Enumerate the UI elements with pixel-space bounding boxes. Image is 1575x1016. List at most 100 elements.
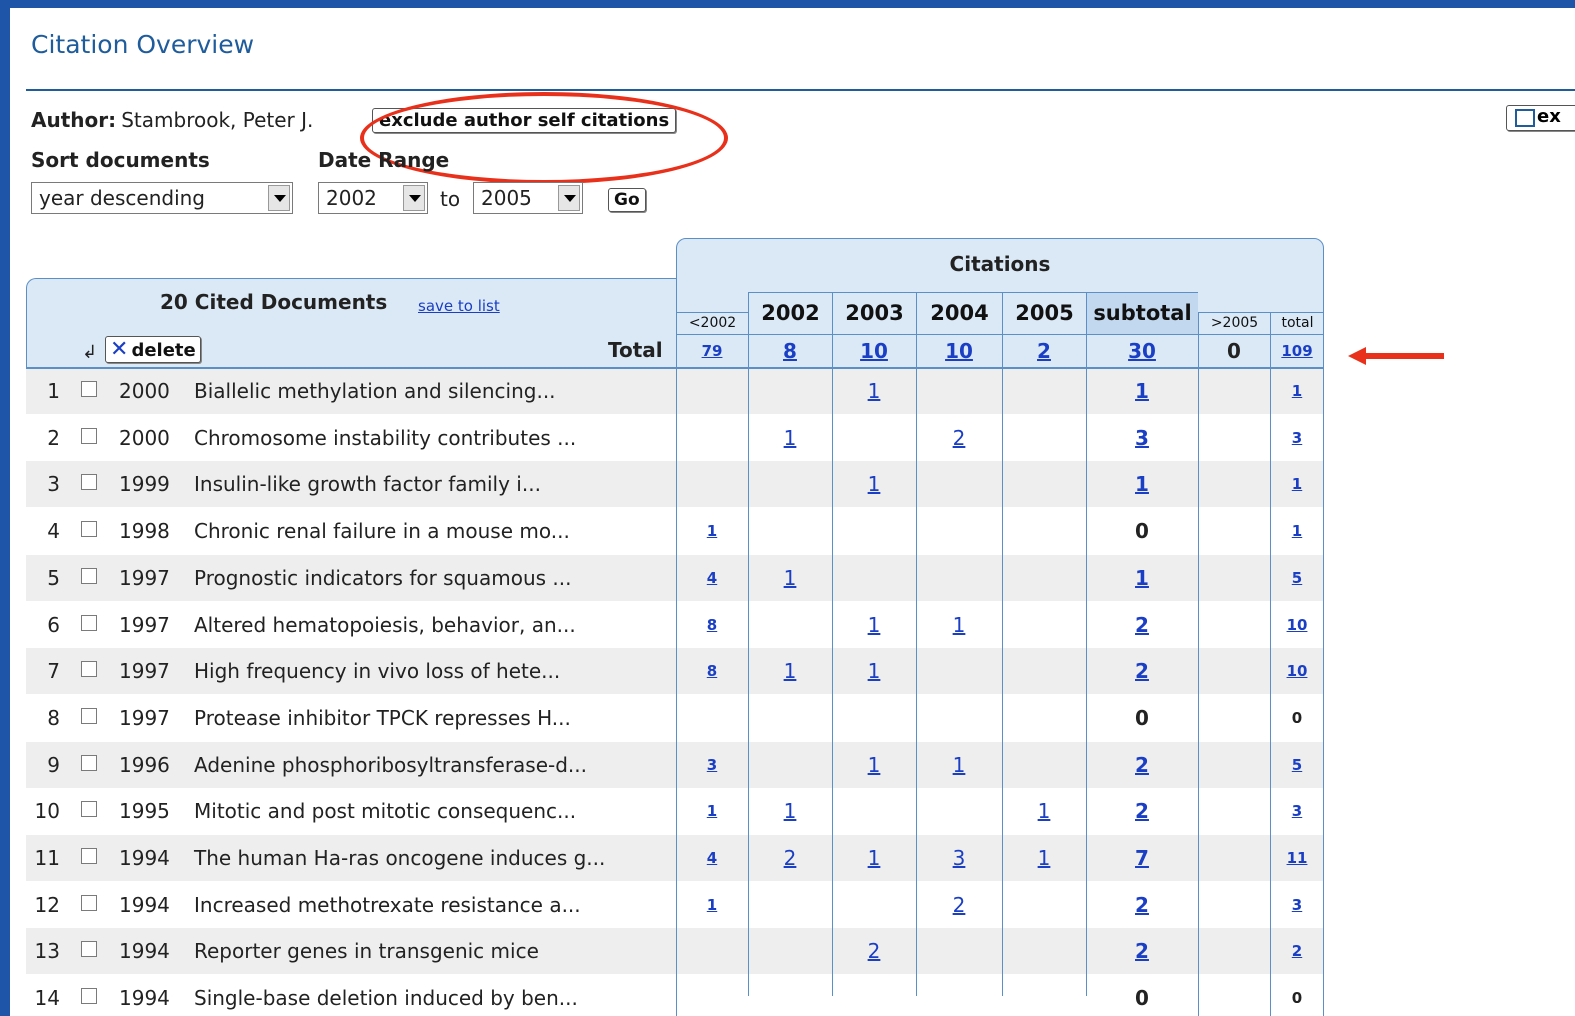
citation-count[interactable]: 5: [1270, 742, 1324, 788]
total-cell[interactable]: 79: [676, 334, 748, 368]
citation-count[interactable]: 11: [1270, 835, 1324, 881]
citation-count[interactable]: 1: [1270, 368, 1324, 414]
export-icon: [1515, 109, 1535, 127]
row-checkbox[interactable]: [81, 381, 97, 397]
column-header: 2003: [832, 292, 916, 334]
row-checkbox[interactable]: [81, 894, 97, 911]
citation-count[interactable]: 1: [1086, 461, 1198, 507]
total-cell[interactable]: 30: [1086, 334, 1198, 368]
chevron-down-icon[interactable]: [403, 185, 425, 211]
citation-count[interactable]: 3: [1270, 415, 1324, 461]
total-cell[interactable]: 2: [1002, 334, 1086, 368]
save-to-list-link[interactable]: save to list: [418, 297, 500, 315]
export-button[interactable]: ex: [1506, 105, 1575, 131]
citation-count[interactable]: 3: [916, 835, 1002, 881]
row-checkbox[interactable]: [81, 567, 97, 584]
row-number: 1: [47, 379, 60, 403]
document-title: The human Ha-ras oncogene induces g...: [194, 846, 606, 870]
row-checkbox[interactable]: [81, 614, 97, 631]
citation-count[interactable]: 10: [1270, 648, 1324, 694]
citation-count[interactable]: 2: [1086, 928, 1198, 974]
date-from-select[interactable]: 2002: [318, 182, 428, 214]
row-checkbox[interactable]: [81, 427, 97, 444]
citation-count: 0: [1291, 708, 1303, 727]
citation-count[interactable]: 7: [1086, 835, 1198, 881]
sort-select[interactable]: year descending: [31, 182, 293, 214]
citation-count[interactable]: 3: [1086, 415, 1198, 461]
citation-count[interactable]: 2: [1086, 742, 1198, 788]
go-button[interactable]: Go: [608, 188, 646, 212]
citation-count[interactable]: 2: [1270, 928, 1324, 974]
row-checkbox[interactable]: [81, 707, 97, 724]
column-header: total: [1270, 312, 1324, 334]
citation-count[interactable]: 1: [832, 602, 916, 648]
column-header: subtotal: [1086, 292, 1198, 334]
citation-count[interactable]: 2: [748, 835, 832, 881]
citation-count[interactable]: 1: [1086, 555, 1198, 601]
citation-count[interactable]: 2: [832, 928, 916, 974]
citation-count[interactable]: 10: [1270, 602, 1324, 648]
citation-count[interactable]: 1: [832, 742, 916, 788]
citation-count[interactable]: 2: [1086, 788, 1198, 834]
date-range-label: Date Range: [318, 148, 450, 172]
row-checkbox[interactable]: [81, 754, 97, 771]
citation-count[interactable]: 1: [748, 555, 832, 601]
citation-count[interactable]: 8: [676, 648, 748, 694]
date-to-select[interactable]: 2005: [473, 182, 583, 214]
row-number: 5: [47, 565, 60, 590]
citation-count[interactable]: 1: [748, 788, 832, 834]
row-number: 3: [47, 472, 60, 497]
row-checkbox[interactable]: [81, 848, 97, 864]
row-checkbox[interactable]: [81, 521, 97, 538]
total-cell[interactable]: 109: [1270, 334, 1324, 368]
citation-count[interactable]: 5: [1270, 555, 1324, 601]
cited-documents-title: 20 Cited Documents: [160, 290, 388, 314]
citation-count[interactable]: 1: [1002, 835, 1086, 881]
chevron-down-icon[interactable]: [268, 185, 290, 211]
citation-count[interactable]: 1: [1270, 461, 1324, 507]
row-checkbox[interactable]: [81, 661, 97, 678]
row-checkbox[interactable]: [81, 988, 97, 1005]
chevron-down-icon[interactable]: [558, 185, 580, 211]
citation-count[interactable]: 1: [832, 368, 916, 414]
delete-button[interactable]: ✕ delete: [105, 336, 201, 363]
citation-count[interactable]: 4: [676, 555, 748, 601]
column-divider: [1198, 312, 1199, 1016]
citation-count[interactable]: 1: [676, 788, 748, 834]
citation-count[interactable]: 1: [832, 648, 916, 694]
total-cell[interactable]: 8: [748, 334, 832, 368]
citation-count[interactable]: 1: [832, 835, 916, 881]
row-checkbox[interactable]: [81, 941, 97, 958]
document-title: Insulin-like growth factor family i...: [194, 472, 541, 497]
total-cell[interactable]: 10: [916, 334, 1002, 368]
citation-count[interactable]: 1: [916, 602, 1002, 648]
citation-count[interactable]: 4: [676, 835, 748, 881]
citation-count[interactable]: 1: [676, 882, 748, 928]
citation-count[interactable]: 1: [1270, 508, 1324, 554]
row-checkbox[interactable]: [81, 474, 97, 491]
citation-count[interactable]: 2: [916, 415, 1002, 461]
citation-count[interactable]: 8: [676, 602, 748, 648]
citation-count[interactable]: 1: [1002, 788, 1086, 834]
citation-count[interactable]: 1: [748, 648, 832, 694]
citation-count[interactable]: 2: [916, 882, 1002, 928]
citation-count[interactable]: 3: [1270, 882, 1324, 928]
citation-count[interactable]: 1: [832, 461, 916, 507]
table-row: 11 1994 The human Ha-ras oncogene induces …: [26, 835, 1324, 881]
citation-count[interactable]: 2: [1086, 648, 1198, 694]
citation-count[interactable]: 1: [1086, 368, 1198, 414]
document-title: Mitotic and post mitotic consequenc...: [194, 799, 577, 824]
citation-count[interactable]: 1: [676, 508, 748, 554]
document-title: Adenine phosphoribosyltransferase-d...: [194, 752, 588, 777]
table-row: 10 1995 Mitotic and post mitotic consequen…: [26, 788, 1324, 834]
row-divider: [26, 368, 1324, 369]
citation-count[interactable]: 1: [748, 415, 832, 461]
citation-count[interactable]: 3: [1270, 788, 1324, 834]
total-cell[interactable]: 10: [832, 334, 916, 368]
citation-count[interactable]: 2: [1086, 602, 1198, 648]
row-year: 1997: [119, 565, 170, 590]
row-checkbox[interactable]: [81, 801, 97, 818]
citation-count[interactable]: 2: [1086, 882, 1198, 928]
citation-count[interactable]: 1: [916, 742, 1002, 788]
citation-count[interactable]: 3: [676, 742, 748, 788]
